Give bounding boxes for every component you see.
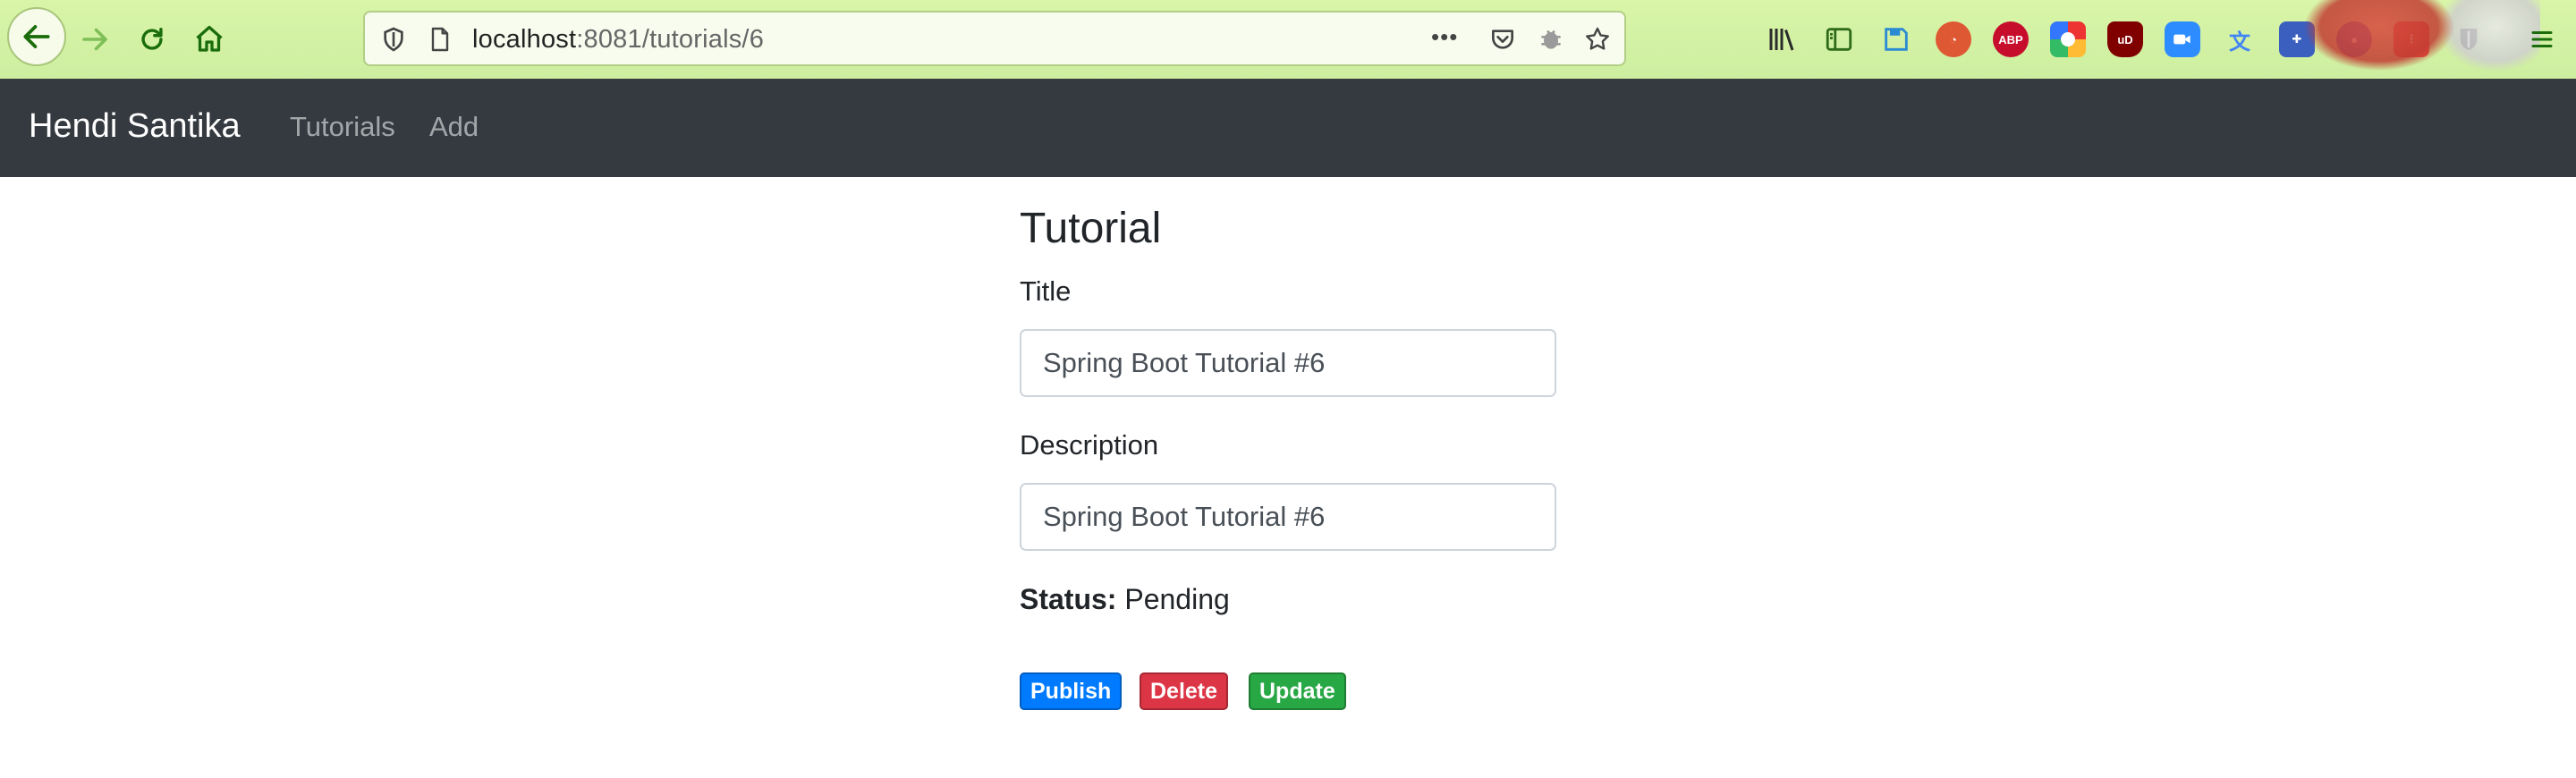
shield-icon[interactable]: [379, 25, 408, 54]
app-navbar: Hendi Santika Tutorials Add: [0, 79, 2576, 177]
url-text[interactable]: localhost:8081/tutorials/6: [472, 25, 764, 55]
url-path: :8081/tutorials/6: [576, 25, 765, 54]
delete-button[interactable]: Delete: [1140, 672, 1229, 710]
status-line: Status: Pending: [1020, 583, 1230, 616]
update-button[interactable]: Update: [1249, 672, 1346, 710]
bug-icon[interactable]: [1537, 25, 1565, 54]
page-icon: [431, 27, 449, 52]
zoom-icon[interactable]: [2165, 21, 2200, 57]
duckduckgo-icon[interactable]: ◔: [1936, 21, 1971, 57]
description-label: Description: [1020, 429, 1159, 461]
back-button[interactable]: [7, 7, 66, 66]
status-label: Status:: [1020, 583, 1117, 615]
home-icon: [196, 25, 223, 52]
brand-link[interactable]: Hendi Santika: [29, 107, 241, 146]
forward-button[interactable]: [68, 13, 122, 66]
page-title: Tutorial: [1020, 205, 1162, 252]
publish-button[interactable]: Publish: [1020, 672, 1123, 710]
color-picker-icon[interactable]: [2050, 21, 2086, 57]
home-button[interactable]: [182, 13, 236, 66]
status-value: Pending: [1124, 583, 1230, 615]
title-input[interactable]: [1020, 329, 1556, 397]
page-actions-icon[interactable]: •••: [1431, 23, 1458, 51]
description-input[interactable]: [1020, 483, 1556, 551]
sidebar-icon[interactable]: [1821, 21, 1857, 57]
reload-button[interactable]: [125, 13, 179, 66]
browser-toolbar: localhost:8081/tutorials/6 ••• ◔ ABP uD: [0, 0, 2576, 80]
library-icon[interactable]: [1764, 21, 1800, 57]
back-icon: [23, 25, 50, 48]
translate-icon[interactable]: 文: [2222, 21, 2258, 57]
save-icon[interactable]: [1878, 21, 1914, 57]
url-host: localhost: [472, 25, 577, 54]
theme-artwork: [2272, 0, 2540, 79]
forward-icon: [82, 28, 107, 51]
ublock-icon[interactable]: uD: [2107, 21, 2143, 57]
nav-link-tutorials[interactable]: Tutorials: [290, 111, 395, 143]
nav-link-add[interactable]: Add: [429, 111, 479, 143]
bookmark-star-icon[interactable]: [1583, 25, 1612, 54]
menu-icon[interactable]: [2524, 21, 2560, 57]
pocket-icon[interactable]: [1488, 25, 1517, 54]
abp-icon[interactable]: ABP: [1993, 21, 2029, 57]
reload-icon: [141, 27, 163, 50]
address-bar[interactable]: localhost:8081/tutorials/6 •••: [363, 11, 1626, 66]
title-label: Title: [1020, 275, 1072, 307]
